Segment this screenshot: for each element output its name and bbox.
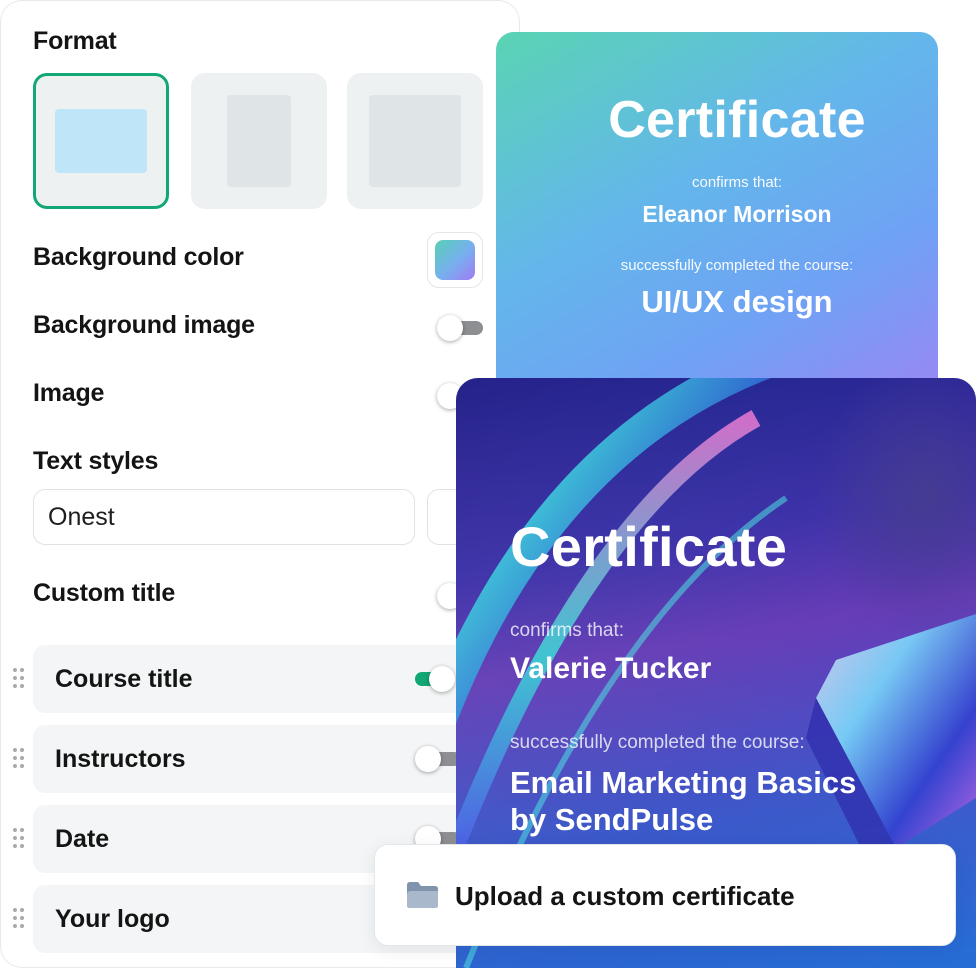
font-family-value: Onest (48, 502, 115, 531)
upload-custom-certificate-button[interactable]: Upload a custom certificate (374, 844, 956, 946)
drag-handle-icon[interactable] (13, 908, 25, 930)
background-image-toggle[interactable] (437, 315, 483, 341)
completed-text: successfully completed the course: (620, 257, 854, 274)
square-format-icon (369, 95, 461, 187)
field-label: Course title (55, 665, 193, 693)
background-color-label: Background color (33, 243, 244, 271)
field-row-course-title: Course title (13, 645, 473, 713)
portrait-format-icon (227, 95, 291, 187)
drag-handle-icon[interactable] (13, 748, 25, 770)
instructors-toggle[interactable] (415, 746, 461, 772)
landscape-format-icon (55, 109, 147, 173)
course-title-toggle[interactable] (407, 666, 455, 692)
custom-title-label: Custom title (33, 579, 176, 607)
background-image-label: Background image (33, 311, 255, 339)
font-family-select[interactable]: Onest (33, 489, 415, 545)
certificate-preview-gradient: Certificate confirms that: Eleanor Morri… (496, 32, 938, 402)
course-name: Email Marketing Basics by SendPulse (510, 764, 930, 838)
certificate-title: Certificate (608, 91, 866, 149)
certificate-settings-panel: Format Background color Background image… (0, 0, 520, 968)
field-row-instructors: Instructors (13, 725, 473, 793)
recipient-name: Valerie Tucker (510, 652, 712, 685)
color-swatch-preview (435, 240, 475, 280)
recipient-name: Eleanor Morrison (642, 201, 832, 227)
field-label: Instructors (55, 745, 186, 773)
format-option-portrait[interactable] (191, 73, 327, 209)
course-name-line-1: Email Marketing Basics (510, 765, 857, 800)
format-option-landscape[interactable] (33, 73, 169, 209)
drag-handle-icon[interactable] (13, 668, 25, 690)
folder-icon (407, 882, 438, 908)
format-heading: Format (33, 27, 117, 55)
upload-label: Upload a custom certificate (455, 881, 795, 911)
text-styles-label: Text styles (33, 447, 159, 475)
course-name-line-2: by SendPulse (510, 802, 714, 837)
image-label: Image (33, 379, 105, 407)
format-option-square[interactable] (347, 73, 483, 209)
confirms-text: confirms that: (691, 174, 783, 191)
course-name: UI/UX design (641, 284, 833, 319)
field-label: Your logo (55, 905, 170, 933)
certificate-title: Certificate (510, 515, 788, 578)
completed-text: successfully completed the course: (510, 732, 805, 753)
field-label: Date (55, 825, 110, 853)
confirms-text: confirms that: (510, 620, 625, 641)
background-color-picker[interactable] (427, 232, 483, 288)
drag-handle-icon[interactable] (13, 828, 25, 850)
